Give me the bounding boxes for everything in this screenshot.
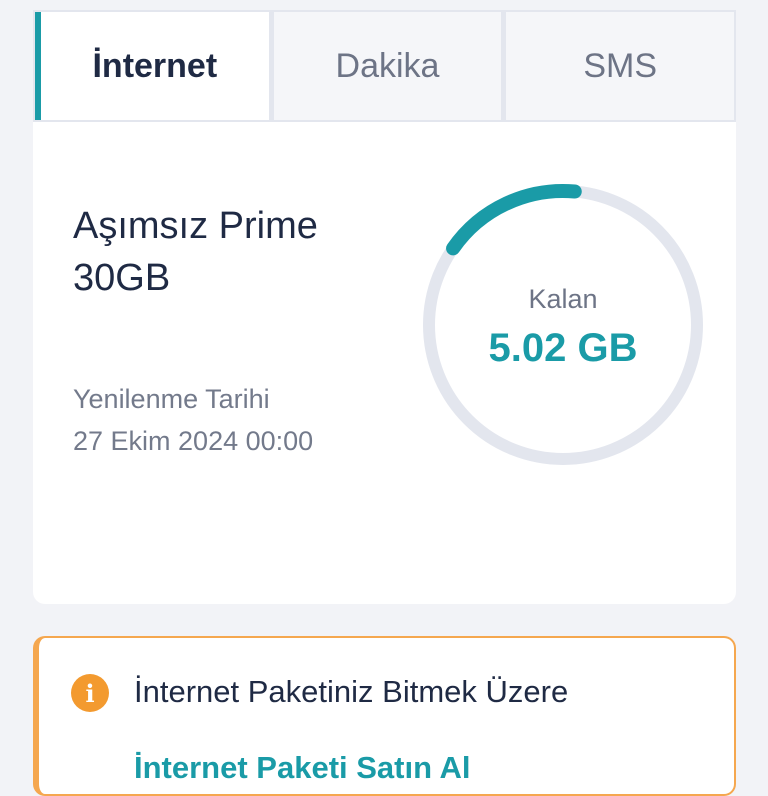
remaining-value: 5.02 GB <box>488 326 638 370</box>
package-card: İnternet Dakika SMS Aşımsız Prime 30GB Y… <box>33 10 736 604</box>
remaining-label: Kalan <box>528 284 598 314</box>
plan-name: Aşımsız Prime 30GB <box>73 205 318 299</box>
gauge-arc <box>422 184 704 466</box>
usage-tabs: İnternet Dakika SMS <box>33 10 736 122</box>
renewal-date: 27 Ekim 2024 00:00 <box>73 426 314 456</box>
info-icon: i <box>71 674 109 712</box>
alert-title: İnternet Paketiniz Bitmek Üzere <box>134 674 569 709</box>
low-balance-alert: i İnternet Paketiniz Bitmek Üzere İntern… <box>33 636 736 796</box>
remaining-gauge: Kalan 5.02 GB <box>418 180 708 470</box>
tab-minutes[interactable]: Dakika <box>273 12 502 120</box>
buy-internet-package-link[interactable]: İnternet Paketi Satın Al <box>134 750 471 786</box>
gauge-ring <box>422 184 704 466</box>
tab-sms[interactable]: SMS <box>506 12 735 120</box>
tab-internet[interactable]: İnternet <box>35 12 269 120</box>
renewal-label: Yenilenme Tarihi <box>73 384 270 414</box>
